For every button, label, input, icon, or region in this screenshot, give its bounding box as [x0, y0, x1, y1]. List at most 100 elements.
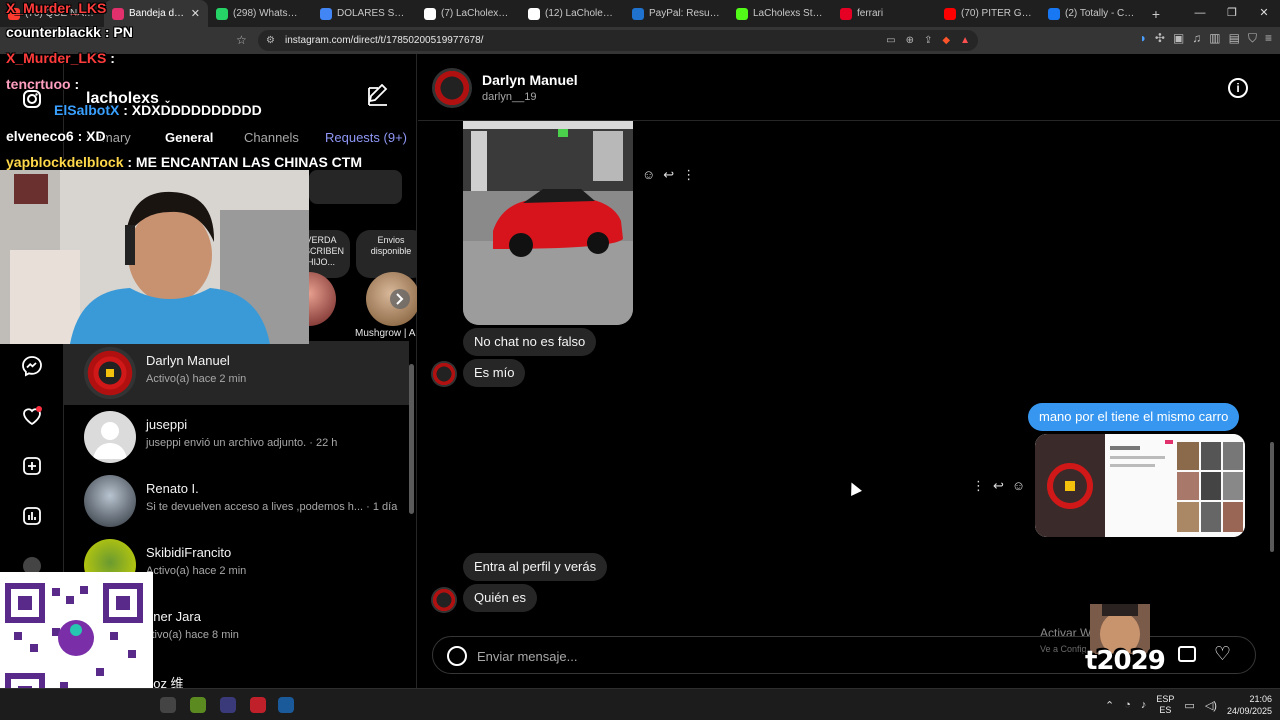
screenshot-icon[interactable]: ▣ — [1173, 31, 1184, 46]
vpn-icon[interactable]: ⛉ — [1248, 31, 1257, 46]
more-icon[interactable]: ⋮ — [682, 167, 695, 183]
create-icon[interactable] — [20, 454, 44, 478]
app-icon[interactable] — [160, 697, 176, 713]
conversation-item[interactable]: Darlyn Manuel Activo(a) hace 2 min — [64, 341, 409, 405]
browser-tab[interactable]: ferrari — [832, 0, 936, 27]
note-avatar[interactable] — [366, 272, 417, 326]
browser-tab[interactable]: (298) WhatsApp — [208, 0, 312, 27]
stream-chat-line: ElSalbotX : XDXDDDDDDDDDD — [54, 102, 262, 118]
sender-avatar[interactable] — [431, 587, 457, 613]
browser-tab[interactable]: Bandeja de entrada ✕ — [104, 0, 208, 27]
app-icon[interactable] — [250, 697, 266, 713]
browser-tab[interactable]: PayPal: Resumen — [624, 0, 728, 27]
tab-channels[interactable]: Channels — [244, 130, 299, 145]
notes-row: VERDA ESCRIBEN HIJO... ito Envios dispon… — [292, 230, 417, 340]
app-icon[interactable] — [220, 697, 236, 713]
message-actions: ☺ ↩ ⋮ — [642, 167, 695, 183]
conversation-status: juseppi envió un archivo adjunto. · 22 h — [146, 437, 338, 449]
sent-screenshot[interactable] — [1035, 434, 1245, 537]
chat-text: : PN — [104, 24, 133, 40]
react-icon[interactable]: ☺ — [642, 167, 655, 183]
close-window-icon[interactable]: ✕ — [1248, 0, 1280, 27]
stream-chat-line: elveneco6 : XD — [6, 128, 106, 144]
app-icon[interactable] — [190, 697, 206, 713]
browser-tab[interactable]: (12) LaCholexs en X — [520, 0, 624, 27]
network-icon[interactable]: ◔ — [1124, 699, 1131, 711]
sidebar-icon[interactable]: ▥ — [1209, 31, 1220, 46]
tab-label: (2) Totally - Cars | F — [1065, 8, 1136, 19]
info-icon[interactable]: i — [1228, 78, 1248, 98]
avatar — [84, 475, 136, 527]
new-tab-button[interactable]: + — [1144, 6, 1168, 22]
menu-icon[interactable]: ≡ — [1265, 31, 1272, 46]
sent-message-bubble[interactable]: mano por el tiene el mismo carro — [1028, 403, 1240, 431]
emoji-icon[interactable] — [447, 646, 467, 666]
tab-favicon-icon — [216, 7, 228, 20]
react-icon[interactable]: ☺ — [1012, 478, 1025, 494]
site-settings-icon[interactable]: ⚙ — [266, 35, 275, 46]
avatar — [84, 411, 136, 463]
browser-tab[interactable]: (2) Totally - Cars | F — [1040, 0, 1144, 27]
bookmark-icon[interactable]: ☆ — [236, 33, 247, 47]
show-hidden-icon[interactable]: ⌃ — [1105, 699, 1114, 712]
tab-label: (70) PITER G EL VICIO — [961, 8, 1032, 19]
conversation-name: juseppi — [146, 417, 188, 432]
sender-avatar[interactable] — [431, 361, 457, 387]
received-photo[interactable] — [463, 121, 633, 325]
url-field[interactable]: ⚙ instagram.com/direct/t/178502005199776… — [258, 30, 978, 51]
webcam-feed — [0, 170, 309, 344]
message-bubble[interactable]: No chat no es falso — [463, 328, 597, 356]
notifications-heart-icon[interactable] — [20, 404, 44, 428]
rewards-icon[interactable]: ▲ — [960, 35, 970, 46]
message-bubble[interactable]: Es mío — [463, 359, 526, 387]
brave-shield-icon[interactable]: ◆ — [942, 35, 950, 46]
chat-text: : ME ENCANTAN LAS CHINAS CTM — [127, 154, 362, 170]
puzzle-icon[interactable]: ✣ — [1155, 31, 1165, 46]
conversation-item[interactable]: juseppi juseppi envió un archivo adjunto… — [64, 405, 409, 469]
browser-tab[interactable]: DOLARES SOLES - — [312, 0, 416, 27]
mic-icon[interactable]: ♪ — [1141, 699, 1147, 711]
extension-icon[interactable]: ◗ — [1140, 31, 1147, 46]
music-icon[interactable]: ♫ — [1192, 31, 1201, 46]
tab-requests[interactable]: Requests (9+) — [325, 130, 407, 145]
share-icon[interactable]: ⇪ — [924, 35, 932, 46]
chat-username: X_Murder_LKS — [6, 50, 107, 66]
steam-icon[interactable] — [278, 697, 294, 713]
browser-tab[interactable]: LaCholexs Stream - — [728, 0, 832, 27]
minimize-icon[interactable]: — — [1184, 0, 1216, 27]
window-controls: — ❐ ✕ — [1184, 0, 1280, 27]
zoom-icon[interactable]: ⊕ — [906, 35, 914, 46]
cast-icon[interactable]: ▭ — [886, 35, 895, 46]
more-icon[interactable]: ⋮ — [972, 478, 985, 494]
tab-label: PayPal: Resumen — [649, 8, 720, 19]
message-bubble[interactable]: Quién es — [463, 584, 538, 612]
reply-icon[interactable]: ↩ — [663, 167, 674, 183]
gallery-icon[interactable] — [1178, 646, 1196, 662]
message-input[interactable] — [477, 646, 977, 666]
dashboard-icon[interactable] — [20, 504, 44, 528]
close-tab-icon[interactable]: ✕ — [191, 7, 200, 20]
message-bubble[interactable]: Entra al perfil y verás — [463, 553, 608, 581]
like-heart-icon[interactable]: ♡ — [1214, 643, 1231, 666]
inbox-scrollbar[interactable] — [409, 364, 414, 514]
messenger-icon[interactable] — [20, 354, 44, 378]
chat-contact-name[interactable]: Darlyn Manuel — [482, 72, 578, 88]
volume-icon[interactable]: ◁) — [1205, 699, 1217, 712]
search-input[interactable] — [309, 170, 402, 204]
browser-tab[interactable]: (7) LaCholexs en X — [416, 0, 520, 27]
system-tray: ⌃ ◔ ♪ ESP ES ▭ ◁) 21:06 24/09/2025 — [1105, 689, 1272, 720]
restore-icon[interactable]: ❐ — [1216, 0, 1248, 27]
new-message-button[interactable] — [366, 83, 390, 108]
clock[interactable]: 21:06 24/09/2025 — [1227, 693, 1272, 717]
chat-scrollbar[interactable] — [1270, 122, 1274, 677]
conversation-item[interactable]: Renato I. Si te devuelven acceso a lives… — [64, 469, 409, 533]
conversation-name: SkibidiFrancito — [146, 545, 232, 560]
tab-general[interactable]: General — [165, 130, 213, 145]
display-icon[interactable]: ▭ — [1184, 699, 1194, 712]
note-bubble[interactable]: Envios disponible — [356, 230, 417, 278]
browser-tab[interactable]: (70) PITER G EL VICIO — [936, 0, 1040, 27]
reply-icon[interactable]: ↩ — [993, 478, 1004, 494]
chat-avatar[interactable] — [432, 68, 472, 108]
language-indicator[interactable]: ESP ES — [1156, 694, 1174, 716]
wallet-icon[interactable]: ▤ — [1229, 31, 1240, 46]
